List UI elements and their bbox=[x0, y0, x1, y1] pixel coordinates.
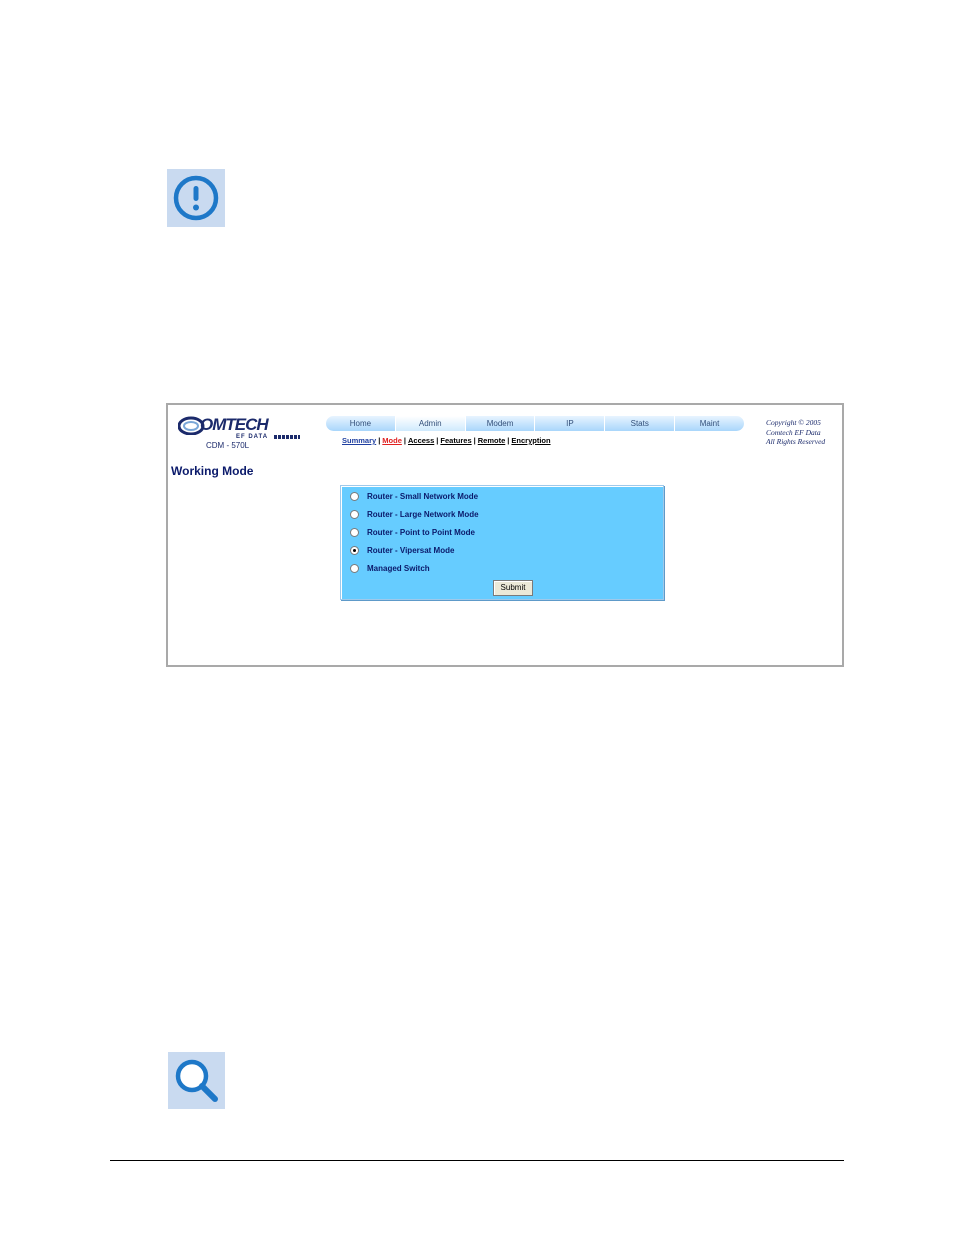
tab-ip[interactable]: IP bbox=[535, 416, 605, 431]
subnav-access[interactable]: Access bbox=[408, 436, 434, 445]
submit-button[interactable]: Submit bbox=[493, 580, 533, 596]
logo-text: OMTECH bbox=[200, 415, 269, 434]
main-nav-tabs: Home Admin Modem IP Stats Maint bbox=[326, 416, 744, 431]
tab-admin[interactable]: Admin bbox=[395, 416, 465, 431]
option-managed-switch[interactable]: Managed Switch bbox=[350, 562, 430, 574]
admin-subnav: Summary | Mode | Access | Features | Remote | Encr… bbox=[342, 436, 551, 445]
subnav-mode[interactable]: Mode bbox=[382, 436, 402, 445]
option-label: Router - Vipersat Mode bbox=[367, 545, 455, 555]
option-label: Router - Point to Point Mode bbox=[367, 527, 475, 537]
option-label: Managed Switch bbox=[367, 563, 430, 573]
option-label: Router - Large Network Mode bbox=[367, 509, 479, 519]
option-point-to-point[interactable]: Router - Point to Point Mode bbox=[350, 526, 475, 538]
option-label: Router - Small Network Mode bbox=[367, 491, 479, 501]
subnav-summary[interactable]: Summary bbox=[342, 436, 376, 445]
footer-divider bbox=[110, 1160, 844, 1161]
working-mode-form: Router - Small Network Mode Router - Lar… bbox=[340, 485, 664, 600]
logo-bars bbox=[274, 435, 300, 439]
radio-button[interactable] bbox=[350, 491, 359, 501]
radio-button-selected[interactable] bbox=[350, 545, 359, 555]
magnifier-icon bbox=[168, 1052, 225, 1109]
radio-button[interactable] bbox=[350, 563, 359, 573]
copyright-notice: Copyright © 2005 Comtech EF Data All Rig… bbox=[766, 418, 825, 447]
option-large-network[interactable]: Router - Large Network Mode bbox=[350, 508, 479, 520]
web-ui-screenshot: OMTECH EF DATA CDM - 570L Home Admin Mod… bbox=[166, 403, 844, 667]
radio-button[interactable] bbox=[350, 509, 359, 519]
model-label: CDM - 570L bbox=[206, 441, 250, 450]
copyright-line: All Rights Reserved bbox=[766, 437, 826, 446]
header: OMTECH EF DATA CDM - 570L Home Admin Mod… bbox=[168, 405, 842, 463]
logo-subtext: EF DATA bbox=[236, 434, 269, 440]
option-vipersat[interactable]: Router - Vipersat Mode bbox=[350, 544, 454, 556]
subnav-encryption[interactable]: Encryption bbox=[511, 436, 550, 445]
tab-stats[interactable]: Stats bbox=[605, 416, 675, 431]
copyright-line: Comtech EF Data bbox=[766, 427, 821, 437]
tab-modem[interactable]: Modem bbox=[465, 416, 535, 431]
option-small-network[interactable]: Router - Small Network Mode bbox=[350, 490, 478, 502]
page-title: Working Mode bbox=[171, 464, 254, 478]
copyright-line: Copyright © 2005 bbox=[766, 418, 821, 427]
exclamation-icon bbox=[167, 169, 225, 227]
subnav-remote[interactable]: Remote bbox=[478, 436, 506, 445]
subnav-features[interactable]: Features bbox=[440, 436, 471, 445]
tab-home[interactable]: Home bbox=[326, 416, 395, 431]
tab-maint[interactable]: Maint bbox=[675, 416, 744, 431]
radio-button[interactable] bbox=[350, 527, 359, 537]
